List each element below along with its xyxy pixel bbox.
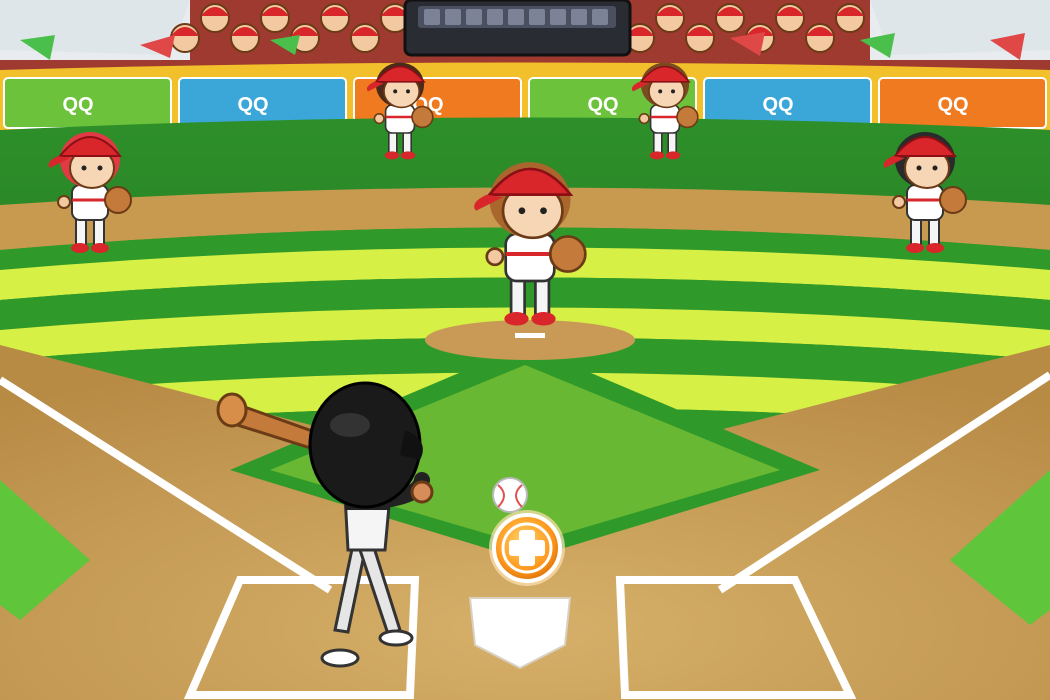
spectator — [230, 23, 260, 53]
spectator — [655, 3, 685, 33]
spectator — [350, 23, 380, 53]
scoreboard-cell — [424, 9, 440, 25]
scoreboard-cell — [550, 9, 566, 25]
spectator — [775, 3, 805, 33]
ad-board: QQ — [3, 77, 172, 129]
plus-coin-icon[interactable] — [489, 510, 565, 586]
baseball-glove-icon — [411, 105, 434, 129]
spectator — [685, 23, 715, 53]
spectator — [200, 3, 230, 33]
ad-logo: QQ — [588, 94, 619, 116]
ad-board: QQ — [878, 77, 1047, 129]
spectator — [260, 3, 290, 33]
pitchers-mound — [425, 320, 635, 360]
spectator — [715, 3, 745, 33]
ad-logo: QQ — [938, 94, 969, 116]
spectator — [835, 3, 865, 33]
baseball-ball[interactable] — [492, 477, 528, 513]
scoreboard-cell — [592, 9, 608, 25]
pitching-rubber — [515, 333, 545, 338]
game-stage[interactable]: QQ QQ QQ QQ QQ QQ — [0, 0, 1050, 700]
scoreboard-cell — [466, 9, 482, 25]
baseball-glove-icon — [939, 186, 967, 214]
baseball-glove-icon — [104, 186, 132, 214]
baseball-glove-icon — [676, 105, 699, 129]
scoreboard-cell — [445, 9, 461, 25]
ad-logo: QQ — [763, 94, 794, 116]
scoreboard-cell — [529, 9, 545, 25]
scoreboard-cell — [508, 9, 524, 25]
scoreboard-cell — [487, 9, 503, 25]
scoreboard-cell — [571, 9, 587, 25]
scoreboard — [403, 0, 632, 57]
spectator — [320, 3, 350, 33]
spectator — [805, 23, 835, 53]
spectator — [170, 23, 200, 53]
ad-logo: QQ — [238, 94, 269, 116]
baseball-glove-icon — [548, 235, 587, 273]
baseball-field[interactable]: QQ QQ QQ QQ QQ QQ — [0, 0, 1050, 700]
ad-logo: QQ — [63, 94, 94, 116]
